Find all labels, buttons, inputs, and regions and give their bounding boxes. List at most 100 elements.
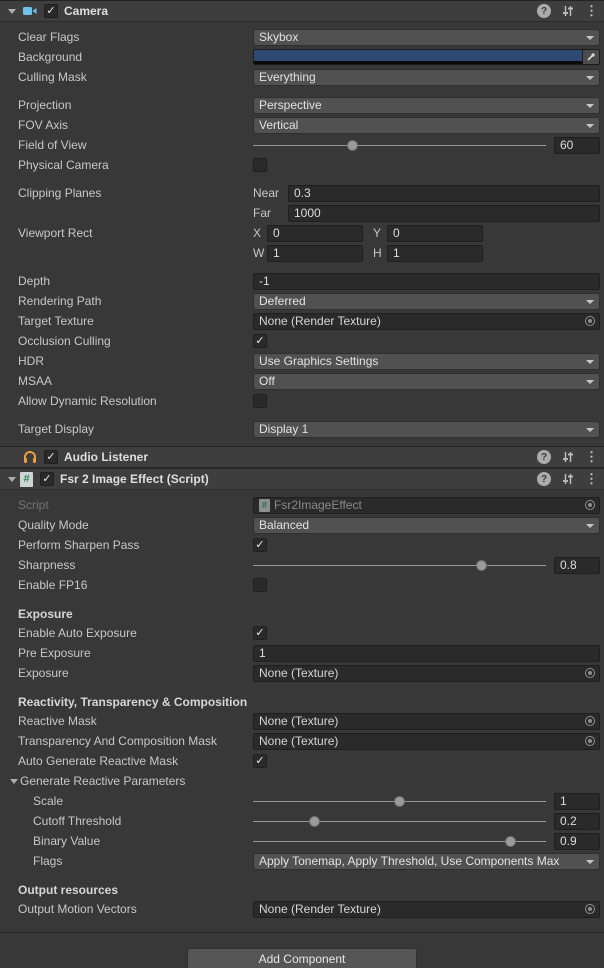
camera-component-header[interactable]: ✓ Camera ? ⋮ bbox=[0, 0, 604, 22]
slider-track[interactable] bbox=[253, 821, 546, 822]
object-picker-icon[interactable] bbox=[585, 668, 595, 678]
auto-generate-reactive-mask-checkbox[interactable]: ✓ bbox=[253, 754, 267, 768]
presets-icon[interactable] bbox=[561, 450, 575, 464]
object-picker-icon[interactable] bbox=[585, 904, 595, 914]
clear-flags-dropdown[interactable]: Skybox bbox=[253, 29, 600, 46]
eyedropper-icon bbox=[586, 52, 596, 62]
near-field[interactable]: 0.3 bbox=[288, 185, 600, 202]
chevron-down-icon bbox=[586, 124, 594, 128]
viewport-y-field[interactable]: 0 bbox=[387, 225, 483, 242]
help-icon[interactable]: ? bbox=[537, 450, 551, 464]
field-of-view-value[interactable]: 60 bbox=[554, 137, 600, 154]
sharpness-value[interactable]: 0.8 bbox=[554, 557, 600, 574]
viewport-h-field[interactable]: 1 bbox=[387, 245, 483, 262]
cutoff-threshold-value[interactable]: 0.2 bbox=[554, 813, 600, 830]
quality-mode-dropdown[interactable]: Balanced bbox=[253, 517, 600, 534]
cutoff-threshold-slider[interactable] bbox=[253, 813, 546, 830]
foldout-arrow-icon[interactable] bbox=[8, 477, 16, 482]
camera-enabled-checkbox[interactable]: ✓ bbox=[44, 4, 58, 18]
presets-icon[interactable] bbox=[561, 4, 575, 18]
object-picker-icon[interactable] bbox=[585, 736, 595, 746]
transparency-mask-object-field[interactable]: None (Texture) bbox=[253, 733, 600, 750]
fov-axis-dropdown[interactable]: Vertical bbox=[253, 117, 600, 134]
depth-field[interactable]: -1 bbox=[253, 273, 600, 290]
pre-exposure-label: Pre Exposure bbox=[18, 646, 253, 660]
reactive-mask-label: Reactive Mask bbox=[18, 714, 253, 728]
slider-track[interactable] bbox=[253, 841, 546, 842]
add-component-button[interactable]: Add Component bbox=[187, 948, 417, 968]
slider-track[interactable] bbox=[253, 145, 546, 146]
help-icon[interactable]: ? bbox=[537, 4, 551, 18]
slider-handle[interactable] bbox=[347, 140, 358, 151]
allow-dynamic-resolution-row: Allow Dynamic Resolution bbox=[0, 391, 604, 411]
scale-slider[interactable] bbox=[253, 793, 546, 810]
rendering-path-label: Rendering Path bbox=[18, 294, 253, 308]
sharpness-slider[interactable] bbox=[253, 557, 546, 574]
projection-dropdown[interactable]: Perspective bbox=[253, 97, 600, 114]
y-label: Y bbox=[373, 226, 387, 240]
culling-mask-label: Culling Mask bbox=[18, 70, 253, 84]
far-field[interactable]: 1000 bbox=[288, 205, 600, 222]
enable-fp16-checkbox[interactable] bbox=[253, 578, 267, 592]
target-texture-object-field[interactable]: None (Render Texture) bbox=[253, 313, 600, 330]
target-display-dropdown[interactable]: Display 1 bbox=[253, 421, 600, 438]
more-menu-icon[interactable]: ⋮ bbox=[585, 449, 598, 465]
perform-sharpen-pass-checkbox[interactable]: ✓ bbox=[253, 538, 267, 552]
audio-listener-component-header[interactable]: ✓ Audio Listener ? ⋮ bbox=[0, 446, 604, 468]
slider-handle[interactable] bbox=[309, 816, 320, 827]
object-picker-icon[interactable] bbox=[585, 716, 595, 726]
script-row: Script # Fsr2ImageEffect bbox=[0, 495, 604, 515]
field-of-view-slider[interactable] bbox=[253, 137, 546, 154]
help-icon[interactable]: ? bbox=[537, 472, 551, 486]
scale-value[interactable]: 1 bbox=[554, 793, 600, 810]
slider-handle[interactable] bbox=[394, 796, 405, 807]
culling-mask-dropdown[interactable]: Everything bbox=[253, 69, 600, 86]
eyedropper-button[interactable] bbox=[582, 50, 599, 64]
output-resources-section-header: Output resources bbox=[0, 881, 604, 899]
slider-handle[interactable] bbox=[505, 836, 516, 847]
inspector-footer: Add Component bbox=[0, 932, 604, 968]
viewport-w-field[interactable]: 1 bbox=[267, 245, 363, 262]
slider-handle[interactable] bbox=[476, 560, 487, 571]
output-motion-vectors-row: Output Motion Vectors None (Render Textu… bbox=[0, 899, 604, 919]
background-color-field[interactable] bbox=[253, 49, 600, 65]
occlusion-culling-checkbox[interactable]: ✓ bbox=[253, 334, 267, 348]
object-picker-icon[interactable] bbox=[585, 316, 595, 326]
allow-dynamic-resolution-checkbox[interactable] bbox=[253, 394, 267, 408]
fsr2-component-header[interactable]: # ✓ Fsr 2 Image Effect (Script) ? ⋮ bbox=[0, 468, 604, 490]
presets-icon[interactable] bbox=[561, 472, 575, 486]
pre-exposure-field[interactable]: 1 bbox=[253, 645, 600, 662]
chevron-down-icon bbox=[586, 300, 594, 304]
binary-value-slider[interactable] bbox=[253, 833, 546, 850]
slider-track[interactable] bbox=[253, 565, 546, 566]
exposure-object-field[interactable]: None (Texture) bbox=[253, 665, 600, 682]
projection-row: Projection Perspective bbox=[0, 95, 604, 115]
msaa-dropdown[interactable]: Off bbox=[253, 373, 600, 390]
quality-mode-row: Quality Mode Balanced bbox=[0, 515, 604, 535]
audio-listener-enabled-checkbox[interactable]: ✓ bbox=[44, 450, 58, 464]
enable-auto-exposure-checkbox[interactable]: ✓ bbox=[253, 626, 267, 640]
depth-label: Depth bbox=[18, 274, 253, 288]
rendering-path-dropdown[interactable]: Deferred bbox=[253, 293, 600, 310]
rendering-path-row: Rendering Path Deferred bbox=[0, 291, 604, 311]
binary-value-value[interactable]: 0.9 bbox=[554, 833, 600, 850]
binary-value-row: Binary Value 0.9 bbox=[0, 831, 604, 851]
flags-dropdown[interactable]: Apply Tonemap, Apply Threshold, Use Comp… bbox=[253, 853, 600, 870]
foldout-arrow-icon[interactable] bbox=[8, 9, 16, 14]
fsr2-enabled-checkbox[interactable]: ✓ bbox=[40, 472, 54, 486]
color-swatch[interactable] bbox=[254, 50, 582, 64]
more-menu-icon[interactable]: ⋮ bbox=[585, 3, 598, 19]
foldout-arrow-icon[interactable] bbox=[10, 779, 18, 784]
viewport-x-field[interactable]: 0 bbox=[267, 225, 363, 242]
physical-camera-checkbox[interactable] bbox=[253, 158, 267, 172]
generate-reactive-parameters-row[interactable]: Generate Reactive Parameters bbox=[0, 771, 604, 791]
allow-dynamic-resolution-label: Allow Dynamic Resolution bbox=[18, 394, 253, 408]
hdr-dropdown[interactable]: Use Graphics Settings bbox=[253, 353, 600, 370]
physical-camera-label: Physical Camera bbox=[18, 158, 253, 172]
more-menu-icon[interactable]: ⋮ bbox=[585, 471, 598, 487]
object-picker-icon[interactable] bbox=[585, 500, 595, 510]
output-motion-vectors-object-field[interactable]: None (Render Texture) bbox=[253, 901, 600, 918]
reactive-mask-row: Reactive Mask None (Texture) bbox=[0, 711, 604, 731]
reactive-mask-object-field[interactable]: None (Texture) bbox=[253, 713, 600, 730]
script-icon: # bbox=[259, 499, 270, 512]
